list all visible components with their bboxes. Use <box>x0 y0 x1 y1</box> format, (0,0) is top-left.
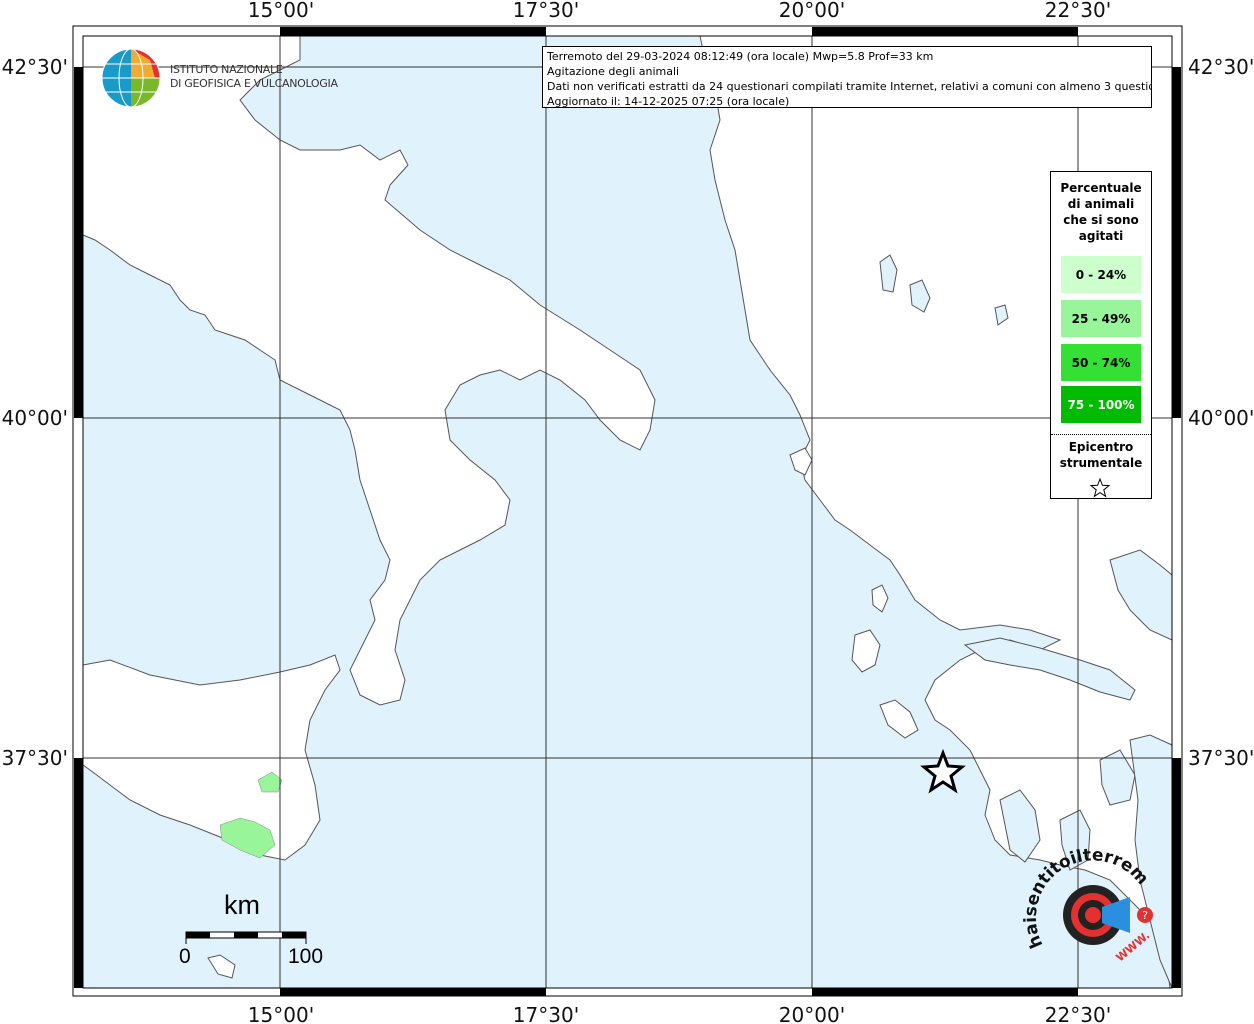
legend-title-line-3: che si sono <box>1063 213 1139 227</box>
ingv-logo-icon <box>101 48 161 108</box>
legend-epicenter-label: Epicentro strumentale <box>1051 439 1151 471</box>
lat-label-right-2: 40°00' <box>1188 406 1254 430</box>
lon-label-top-1: 15°00' <box>248 0 314 22</box>
lon-label-top-2: 17°30' <box>513 0 579 22</box>
lon-label-top-4: 22°30' <box>1045 0 1111 22</box>
legend-epicenter-line-1: Epicentro <box>1068 440 1134 454</box>
ingv-line-2: DI GEOFISICA E VULCANOLOGIA <box>170 77 338 90</box>
lat-label-left-3: 37°30' <box>2 746 68 770</box>
lat-label-left-1: 42°30' <box>2 55 68 79</box>
scale-unit: km <box>224 890 260 920</box>
legend-star-icon <box>1089 478 1111 498</box>
lat-label-right-1: 42°30' <box>1188 55 1254 79</box>
ingv-line-1: ISTITUTO NAZIONALE <box>170 63 283 76</box>
scale-max: 100 <box>288 945 324 968</box>
legend-title-line-2: di animali <box>1067 197 1135 211</box>
lon-label-top-3: 20°00' <box>779 0 845 22</box>
legend: Percentuale di animali che si sono agita… <box>1050 171 1152 499</box>
scale-min: 0 <box>179 945 191 968</box>
lon-label-bottom-1: 15°00' <box>248 1003 314 1024</box>
lat-label-right-3: 37°30' <box>1188 746 1254 770</box>
lon-label-bottom-2: 17°30' <box>513 1003 579 1024</box>
map-canvas: 15°00' 17°30' 20°00' 22°30' 15°00' 17°30… <box>0 0 1254 1024</box>
legend-swatch-50-74: 50 - 74% <box>1061 344 1141 381</box>
event-title: Terremoto del 29-03-2024 08:12:49 (ora l… <box>547 50 934 63</box>
legend-title-line-4: agitati <box>1078 229 1124 243</box>
svg-text:?: ? <box>1142 909 1148 922</box>
legend-epicenter-line-2: strumentale <box>1059 456 1143 470</box>
legend-title: Percentuale di animali che si sono agita… <box>1051 180 1151 244</box>
event-info-box: Terremoto del 29-03-2024 08:12:49 (ora l… <box>542 46 1152 108</box>
legend-swatch-0-24: 0 - 24% <box>1061 256 1141 293</box>
legend-swatch-25-49: 25 - 49% <box>1061 300 1141 337</box>
lon-label-bottom-4: 22°30' <box>1045 1003 1111 1024</box>
event-subtitle: Agitazione degli animali <box>547 65 680 78</box>
lat-label-left-2: 40°00' <box>2 406 68 430</box>
lon-label-bottom-3: 20°00' <box>779 1003 845 1024</box>
legend-title-line-1: Percentuale <box>1060 181 1142 195</box>
event-updated: Aggiornato il: 14-12-2025 07:25 (ora loc… <box>547 95 790 108</box>
ingv-logo-text: ISTITUTO NAZIONALE DI GEOFISICA E VULCAN… <box>170 63 338 91</box>
event-data-note: Dati non verificati estratti da 24 quest… <box>547 80 1152 93</box>
legend-divider <box>1051 434 1151 435</box>
legend-swatch-75-100: 75 - 100% <box>1061 386 1141 423</box>
